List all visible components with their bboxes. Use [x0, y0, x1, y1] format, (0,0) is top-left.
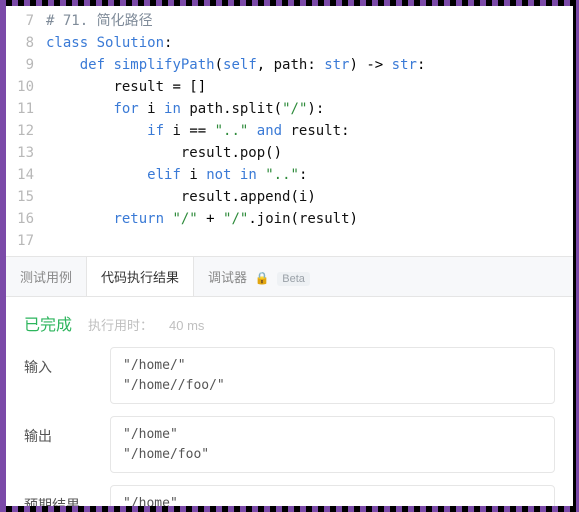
- result-row-label: 预期结果: [24, 485, 110, 506]
- code-line[interactable]: 12 if i == ".." and result:: [6, 120, 573, 142]
- line-number: 16: [6, 208, 46, 230]
- line-number: 17: [6, 230, 46, 252]
- code-content[interactable]: result.append(i): [46, 186, 573, 208]
- result-row: 输出"/home" "/home/foo": [24, 416, 555, 473]
- tab-debugger-label: 调试器: [208, 270, 247, 285]
- line-number: 11: [6, 98, 46, 120]
- tab-debugger[interactable]: 调试器 🔒 Beta: [194, 257, 324, 296]
- result-row-label: 输出: [24, 416, 110, 446]
- line-number: 14: [6, 164, 46, 186]
- result-row: 预期结果"/home" "/home/foo": [24, 485, 555, 506]
- line-number: 7: [6, 10, 46, 32]
- result-row-value: "/home" "/home/foo": [110, 416, 555, 473]
- line-number: 12: [6, 120, 46, 142]
- line-number: 8: [6, 32, 46, 54]
- code-line[interactable]: 9 def simplifyPath(self, path: str) -> s…: [6, 54, 573, 76]
- code-line[interactable]: 11 for i in path.split("/"):: [6, 98, 573, 120]
- code-line[interactable]: 16 return "/" + "/".join(result): [6, 208, 573, 230]
- beta-badge: Beta: [277, 272, 310, 286]
- code-line[interactable]: 15 result.append(i): [6, 186, 573, 208]
- code-content[interactable]: [46, 230, 573, 252]
- result-row: 输入"/home/" "/home//foo/": [24, 347, 555, 404]
- code-content[interactable]: if i == ".." and result:: [46, 120, 573, 142]
- runtime-value: 40 ms: [169, 318, 204, 333]
- code-line[interactable]: 10 result = []: [6, 76, 573, 98]
- tab-testcases[interactable]: 测试用例: [6, 257, 86, 296]
- code-line[interactable]: 8class Solution:: [6, 32, 573, 54]
- line-number: 9: [6, 54, 46, 76]
- tab-result[interactable]: 代码执行结果: [86, 257, 194, 296]
- line-number: 13: [6, 142, 46, 164]
- code-line[interactable]: 13 result.pop(): [6, 142, 573, 164]
- code-editor[interactable]: 7# 71. 简化路径8class Solution:9 def simplif…: [6, 6, 573, 256]
- runtime-label: 执行用时：: [88, 315, 153, 334]
- code-content[interactable]: for i in path.split("/"):: [46, 98, 573, 120]
- result-row-value: "/home/" "/home//foo/": [110, 347, 555, 404]
- result-tabs: 测试用例 代码执行结果 调试器 🔒 Beta: [6, 256, 573, 297]
- result-row-label: 输入: [24, 347, 110, 377]
- status-row: 已完成 执行用时： 40 ms: [24, 311, 555, 335]
- result-row-value: "/home" "/home/foo": [110, 485, 555, 506]
- line-number: 15: [6, 186, 46, 208]
- status-text: 已完成: [24, 311, 72, 335]
- code-line[interactable]: 14 elif i not in "..":: [6, 164, 573, 186]
- code-content[interactable]: return "/" + "/".join(result): [46, 208, 573, 230]
- code-line[interactable]: 17: [6, 230, 573, 252]
- code-content[interactable]: def simplifyPath(self, path: str) -> str…: [46, 54, 573, 76]
- code-content[interactable]: # 71. 简化路径: [46, 10, 573, 32]
- code-content[interactable]: result.pop(): [46, 142, 573, 164]
- code-line[interactable]: 7# 71. 简化路径: [6, 10, 573, 32]
- results-panel: 已完成 执行用时： 40 ms 输入"/home/" "/home//foo/"…: [6, 297, 573, 506]
- code-content[interactable]: result = []: [46, 76, 573, 98]
- line-number: 10: [6, 76, 46, 98]
- code-content[interactable]: class Solution:: [46, 32, 573, 54]
- code-content[interactable]: elif i not in "..":: [46, 164, 573, 186]
- lock-icon: 🔒: [255, 271, 270, 285]
